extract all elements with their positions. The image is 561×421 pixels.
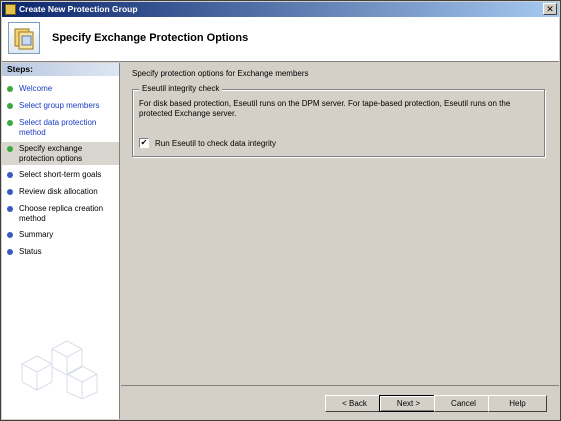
close-button[interactable]: ✕ (543, 3, 557, 15)
step-label: Specify exchange protection options (19, 144, 83, 163)
step-bullet-icon (7, 120, 13, 126)
step-label: Select short-term goals (19, 170, 102, 179)
step-bullet-icon (7, 86, 13, 92)
step-select-data-protection-method[interactable]: Select data protection method (2, 116, 119, 139)
page-title: Specify Exchange Protection Options (52, 32, 249, 44)
window-title: Create New Protection Group (19, 4, 138, 14)
steps-sidebar: Steps: Welcome Select group members Sele… (2, 63, 120, 419)
eseutil-checkbox-row[interactable]: ✔ Run Eseutil to check data integrity (139, 138, 276, 148)
step-bullet-icon (7, 189, 13, 195)
groupbox-legend: Eseutil integrity check (139, 84, 223, 93)
next-button[interactable]: Next > (379, 395, 438, 412)
step-label: Summary (19, 230, 54, 239)
intro-text: Specify protection options for Exchange … (132, 69, 309, 78)
step-welcome[interactable]: Welcome (2, 82, 119, 96)
step-label: Choose replica creation method (19, 204, 104, 223)
step-label: Select group members (19, 101, 100, 110)
step-label: Review disk allocation (19, 187, 98, 196)
step-label: Welcome (19, 84, 53, 93)
back-button[interactable]: < Back (325, 395, 384, 412)
step-label: Status (19, 247, 42, 256)
steps-list: Welcome Select group members Select data… (2, 82, 119, 259)
step-status: Status (2, 245, 119, 259)
eseutil-checkbox-label[interactable]: Run Eseutil to check data integrity (155, 139, 276, 148)
eseutil-checkbox[interactable]: ✔ (139, 138, 149, 148)
step-bullet-icon (7, 103, 13, 109)
steps-heading: Steps: (2, 63, 119, 76)
step-review-disk-allocation: Review disk allocation (2, 185, 119, 199)
step-bullet-icon (7, 146, 13, 152)
step-bullet-icon (7, 172, 13, 178)
protection-group-icon (8, 22, 40, 54)
wizard-window: Create New Protection Group ✕ Specify Ex… (0, 0, 561, 421)
step-bullet-icon (7, 232, 13, 238)
title-bar: Create New Protection Group ✕ (2, 2, 559, 17)
help-button[interactable]: Help (488, 395, 547, 412)
eseutil-groupbox: Eseutil integrity check For disk based p… (132, 84, 545, 157)
wizard-footer: < Back Next > Cancel Help (121, 385, 559, 419)
cubes-watermark-icon (20, 340, 99, 399)
step-specify-exchange-protection-options: Specify exchange protection options (2, 142, 119, 165)
step-select-short-term-goals: Select short-term goals (2, 168, 119, 182)
app-icon (5, 4, 16, 15)
step-bullet-icon (7, 249, 13, 255)
cancel-button[interactable]: Cancel (434, 395, 493, 412)
step-select-group-members[interactable]: Select group members (2, 99, 119, 113)
step-label: Select data protection method (19, 118, 97, 137)
wizard-header: Specify Exchange Protection Options (2, 17, 559, 62)
eseutil-description: For disk based protection, Eseutil runs … (139, 99, 511, 118)
main-content: Specify protection options for Exchange … (121, 63, 559, 385)
step-bullet-icon (7, 206, 13, 212)
step-summary: Summary (2, 228, 119, 242)
step-choose-replica-creation-method: Choose replica creation method (2, 202, 119, 225)
